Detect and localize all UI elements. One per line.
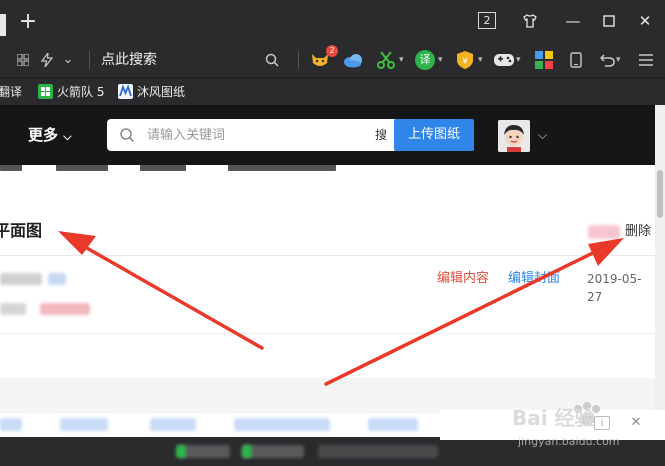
subnav-item[interactable] [228, 165, 336, 171]
blurred-tag[interactable] [368, 418, 418, 431]
chevron-down-icon[interactable]: ▾ [438, 50, 448, 70]
subnav-item[interactable] [0, 165, 22, 171]
minimize-icon[interactable]: — [560, 8, 586, 34]
browser-titlebar: + 2 — ✕ [0, 0, 665, 42]
menu-icon[interactable] [636, 50, 656, 70]
apps-grid-icon[interactable] [13, 50, 33, 70]
divider [0, 333, 655, 334]
shirt-skin-icon[interactable] [517, 8, 543, 34]
toolbar-separator [89, 51, 90, 69]
page-title: 平面图 [0, 221, 43, 240]
blurred-status [176, 445, 186, 458]
blurred-action [588, 225, 620, 239]
blurred-text [48, 273, 66, 285]
blurred-tag[interactable] [60, 418, 108, 431]
translate-icon[interactable]: 译 [415, 50, 435, 70]
bookmark-label: 沐风图纸 [137, 85, 186, 99]
svg-text:¥: ¥ [462, 57, 468, 67]
bookmark-rockets[interactable]: 火箭队 5 [38, 83, 104, 101]
blurred-tag[interactable] [0, 418, 22, 431]
drawing-item-card: 平面图 删除 编辑内容 编辑封面 2019-05-27 [0, 173, 655, 378]
edit-cover-link[interactable]: 编辑封面 [508, 270, 560, 288]
chevron-down-icon: ⌵ [63, 130, 72, 143]
blurred-status [318, 445, 438, 458]
more-menu[interactable]: 更多 ⌵ [28, 125, 72, 147]
lightning-icon[interactable] [37, 50, 57, 70]
search-box: 搜 [107, 119, 397, 151]
scissors-icon[interactable] [376, 50, 396, 70]
more-label: 更多 [28, 126, 59, 144]
search-input[interactable] [147, 125, 367, 145]
tab-edge[interactable] [0, 14, 6, 36]
chevron-down-icon[interactable]: ▾ [516, 50, 526, 70]
close-icon[interactable]: ✕ [632, 8, 658, 34]
tab-count-icon[interactable]: 2 [478, 12, 496, 29]
page-scrollbar[interactable] [655, 105, 665, 437]
chevron-down-icon[interactable]: ⌄ [58, 50, 78, 70]
plus-icon[interactable]: + [16, 10, 40, 34]
cloud-icon[interactable] [342, 50, 362, 70]
subnav-item[interactable] [56, 165, 108, 171]
extension-badge: 2 [326, 45, 338, 57]
chevron-down-icon[interactable]: ▾ [478, 50, 488, 70]
blurred-tag[interactable] [234, 418, 330, 431]
blurred-tag[interactable] [150, 418, 196, 431]
subnav-strip [0, 165, 655, 173]
search-icon[interactable] [262, 50, 282, 70]
watermark-line2: jingyan.baidu.com [517, 435, 620, 448]
bookmark-mufeng[interactable]: 沐风图纸 [118, 83, 185, 101]
mufeng-logo-icon [118, 84, 133, 99]
subnav-item[interactable] [140, 165, 186, 171]
maximize-icon[interactable] [596, 8, 622, 34]
baidu-jingyan-watermark: Bai 经验 jingyan.baidu.com [508, 395, 648, 451]
blurred-text [0, 273, 42, 285]
site-header: 更多 ⌵ 搜 上传图纸 ⌵ [0, 105, 655, 165]
bookmarks-bar: 翻译 火箭队 5 沐风图纸 [0, 77, 665, 105]
grid-icon [38, 84, 53, 99]
bookmark-label: 翻译 [0, 85, 23, 99]
scrollbar-thumb[interactable] [657, 170, 663, 218]
search-icon [119, 125, 139, 145]
watermark-line1: Bai 经验 [512, 406, 595, 430]
gamepad-icon[interactable] [493, 50, 514, 70]
browser-toolbar: ⌄ 点此搜索 2 ▾ 译 ▾ ¥ ▾ ▾ ▾ [0, 42, 665, 77]
blurred-status [242, 445, 252, 458]
chevron-down-icon[interactable]: ▾ [399, 50, 409, 70]
search-button[interactable]: 搜 [375, 125, 387, 145]
edit-content-link[interactable]: 编辑内容 [437, 270, 489, 288]
shield-icon[interactable]: ¥ [455, 50, 475, 70]
toolbar-separator [298, 51, 299, 69]
avatar[interactable] [498, 120, 530, 152]
blurred-text [0, 303, 26, 315]
chevron-down-icon[interactable]: ⌵ [538, 125, 547, 145]
undo-icon[interactable] [598, 50, 618, 70]
chevron-down-icon[interactable]: ▾ [616, 50, 626, 70]
bookmark-translate[interactable]: 翻译 [0, 83, 22, 101]
delete-link[interactable]: 删除 [625, 223, 651, 241]
date-label: 2019-05-27 [587, 272, 642, 304]
phone-icon[interactable] [566, 50, 586, 70]
blurred-text [40, 303, 90, 315]
upload-drawing-button[interactable]: 上传图纸 [394, 119, 474, 151]
bookmark-label: 火箭队 5 [57, 85, 105, 99]
address-bar[interactable]: 点此搜索 [101, 50, 157, 70]
app-tiles-icon[interactable] [534, 50, 554, 70]
divider [0, 255, 655, 256]
